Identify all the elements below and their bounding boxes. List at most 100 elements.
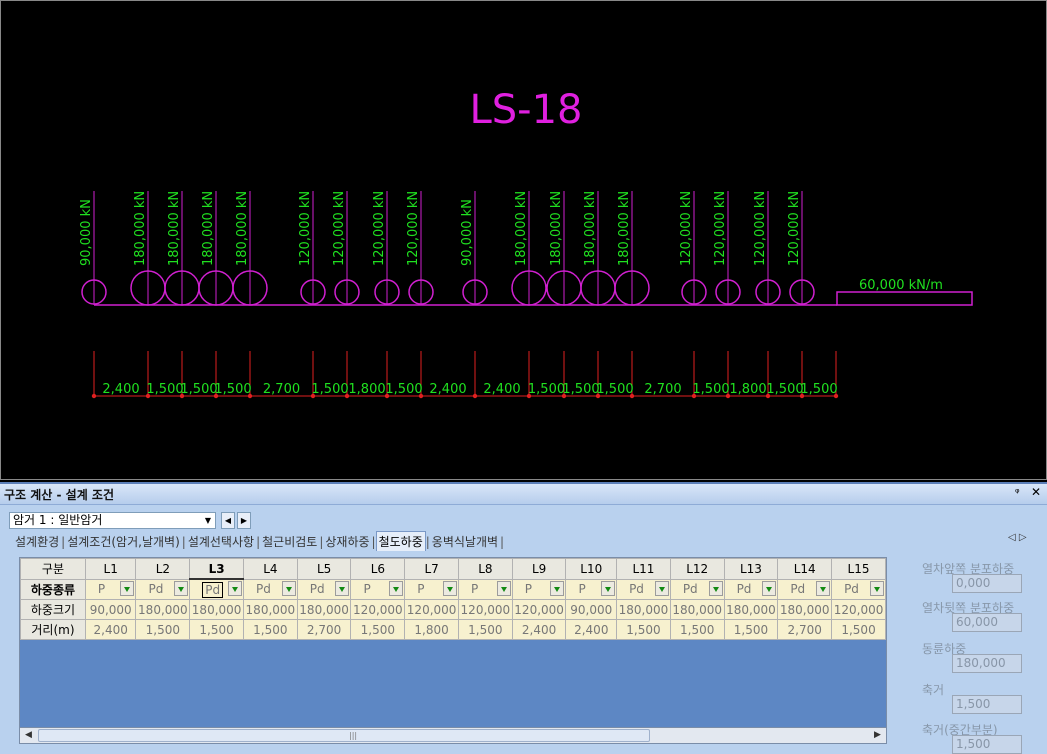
column-header[interactable]: L3 (189, 558, 244, 580)
chevron-down-icon[interactable] (708, 580, 723, 596)
close-icon[interactable]: ✕ (1031, 485, 1041, 499)
load-type-cell[interactable]: P (565, 578, 618, 600)
column-header[interactable]: L1 (84, 558, 137, 580)
tab-5[interactable]: 철도하중 (375, 531, 426, 551)
chevron-down-icon[interactable]: ▼ (201, 513, 215, 528)
load-type-value: Pd (629, 582, 644, 597)
load-size-cell[interactable]: 120,000 (457, 599, 513, 620)
load-size-cell[interactable]: 120,000 (511, 599, 567, 620)
chevron-down-icon[interactable] (496, 580, 511, 596)
distance-cell[interactable]: 1,500 (831, 619, 886, 640)
load-size-cell[interactable]: 180,000 (723, 599, 779, 620)
load-type-cell[interactable]: P (350, 578, 406, 600)
load-size-cell[interactable]: 180,000 (616, 599, 671, 620)
column-header[interactable]: L15 (831, 558, 886, 580)
side-field-input[interactable]: 0,000 (952, 574, 1022, 593)
load-size-cell[interactable]: 180,000 (189, 599, 244, 620)
column-header[interactable]: L5 (296, 558, 352, 580)
distance-cell[interactable]: 1,500 (457, 619, 513, 640)
side-field-input[interactable]: 60,000 (952, 613, 1022, 632)
load-size-cell[interactable]: 90,000 (84, 599, 137, 620)
chevron-down-icon[interactable] (227, 581, 242, 596)
chevron-down-icon[interactable] (442, 580, 457, 596)
load-size-cell[interactable]: 120,000 (831, 599, 886, 620)
load-type-cell[interactable]: Pd (135, 578, 191, 600)
tab-2[interactable]: 설계선택사항 (186, 532, 256, 551)
tab-scroll-arrows[interactable]: ◁ ▷ (1008, 532, 1027, 543)
load-size-cell[interactable]: 180,000 (777, 599, 833, 620)
distance-cell[interactable]: 1,500 (135, 619, 191, 640)
column-header[interactable]: L9 (511, 558, 567, 580)
chevron-down-icon[interactable] (601, 580, 616, 596)
column-header[interactable]: L12 (669, 558, 725, 580)
load-type-cell[interactable]: Pd (296, 578, 352, 600)
column-header[interactable]: L6 (350, 558, 406, 580)
load-type-cell[interactable]: P (511, 578, 567, 600)
tab-0[interactable]: 설계환경 (13, 532, 61, 551)
side-field-input[interactable]: 180,000 (952, 654, 1022, 673)
distance-cell[interactable]: 1,500 (350, 619, 406, 640)
chevron-down-icon[interactable] (762, 580, 777, 596)
tab-4[interactable]: 상재하중 (323, 532, 371, 551)
pin-icon[interactable]: ᵠ (1015, 486, 1020, 499)
distance-cell[interactable]: 2,400 (84, 619, 137, 640)
load-type-cell[interactable]: P (84, 578, 137, 600)
drawing-viewport[interactable]: LS-18 90,000 kN 180,000 kN 180,000 kN 180,00… (0, 0, 1047, 480)
next-culvert-button[interactable]: ▶ (237, 512, 251, 529)
distance-cell[interactable]: 2,700 (296, 619, 352, 640)
prev-culvert-button[interactable]: ◀ (221, 512, 235, 529)
distance-cell[interactable]: 1,500 (669, 619, 725, 640)
scroll-right-icon[interactable]: ▶ (870, 728, 885, 743)
load-size-cell[interactable]: 120,000 (404, 599, 459, 620)
load-size-cell[interactable]: 180,000 (669, 599, 725, 620)
distance-cell[interactable]: 2,400 (565, 619, 618, 640)
distance-cell[interactable]: 1,500 (189, 619, 244, 640)
load-size-cell[interactable]: 180,000 (135, 599, 191, 620)
chevron-down-icon[interactable] (870, 580, 884, 596)
culvert-select[interactable]: 암거 1 : 일반암거 ▼ (9, 512, 216, 529)
load-type-cell[interactable]: Pd (242, 578, 298, 600)
distance-cell[interactable]: 2,700 (777, 619, 833, 640)
scroll-left-icon[interactable]: ◀ (21, 728, 36, 743)
tab-6[interactable]: 옹벽식날개벽 (430, 532, 500, 551)
load-type-cell[interactable]: Pd (669, 578, 725, 600)
side-field-input[interactable]: 1,500 (952, 735, 1022, 754)
column-header[interactable]: L13 (723, 558, 779, 580)
load-type-cell[interactable]: Pd (616, 578, 671, 600)
chevron-down-icon[interactable] (335, 580, 350, 596)
column-header[interactable]: L2 (135, 558, 191, 580)
chevron-down-icon[interactable] (654, 580, 669, 596)
scroll-thumb[interactable]: ||| (38, 729, 650, 742)
load-size-cell[interactable]: 180,000 (296, 599, 352, 620)
load-size-cell[interactable]: 120,000 (350, 599, 406, 620)
chevron-down-icon[interactable] (816, 580, 831, 596)
side-field-input[interactable]: 1,500 (952, 695, 1022, 714)
chevron-down-icon[interactable] (281, 580, 296, 596)
tab-1[interactable]: 설계조건(암거,날개벽) (65, 532, 182, 551)
distance-cell[interactable]: 1,500 (616, 619, 671, 640)
column-header[interactable]: L10 (565, 558, 618, 580)
grid-horizontal-scrollbar[interactable]: ◀ ||| ▶ (19, 727, 887, 744)
distance-cell[interactable]: 1,800 (404, 619, 459, 640)
chevron-down-icon[interactable] (389, 580, 404, 596)
distance-cell[interactable]: 1,500 (242, 619, 298, 640)
distance-cell[interactable]: 1,500 (723, 619, 779, 640)
chevron-down-icon[interactable] (120, 580, 135, 596)
load-type-cell[interactable]: Pd (777, 578, 833, 600)
column-header[interactable]: L7 (404, 558, 459, 580)
load-type-cell[interactable]: Pd (189, 578, 244, 600)
distance-cell[interactable]: 2,400 (511, 619, 567, 640)
load-type-cell[interactable]: Pd (723, 578, 779, 600)
chevron-down-icon[interactable] (550, 580, 565, 596)
load-type-cell[interactable]: Pd (831, 578, 886, 600)
load-type-cell[interactable]: P (457, 578, 513, 600)
load-type-cell[interactable]: P (404, 578, 459, 600)
load-size-cell[interactable]: 90,000 (565, 599, 618, 620)
load-size-cell[interactable]: 180,000 (242, 599, 298, 620)
column-header[interactable]: L11 (616, 558, 671, 580)
chevron-down-icon[interactable] (174, 580, 189, 596)
column-header[interactable]: L8 (457, 558, 513, 580)
tab-3[interactable]: 철근비검토 (260, 532, 319, 551)
column-header[interactable]: L14 (777, 558, 833, 580)
column-header[interactable]: L4 (242, 558, 298, 580)
